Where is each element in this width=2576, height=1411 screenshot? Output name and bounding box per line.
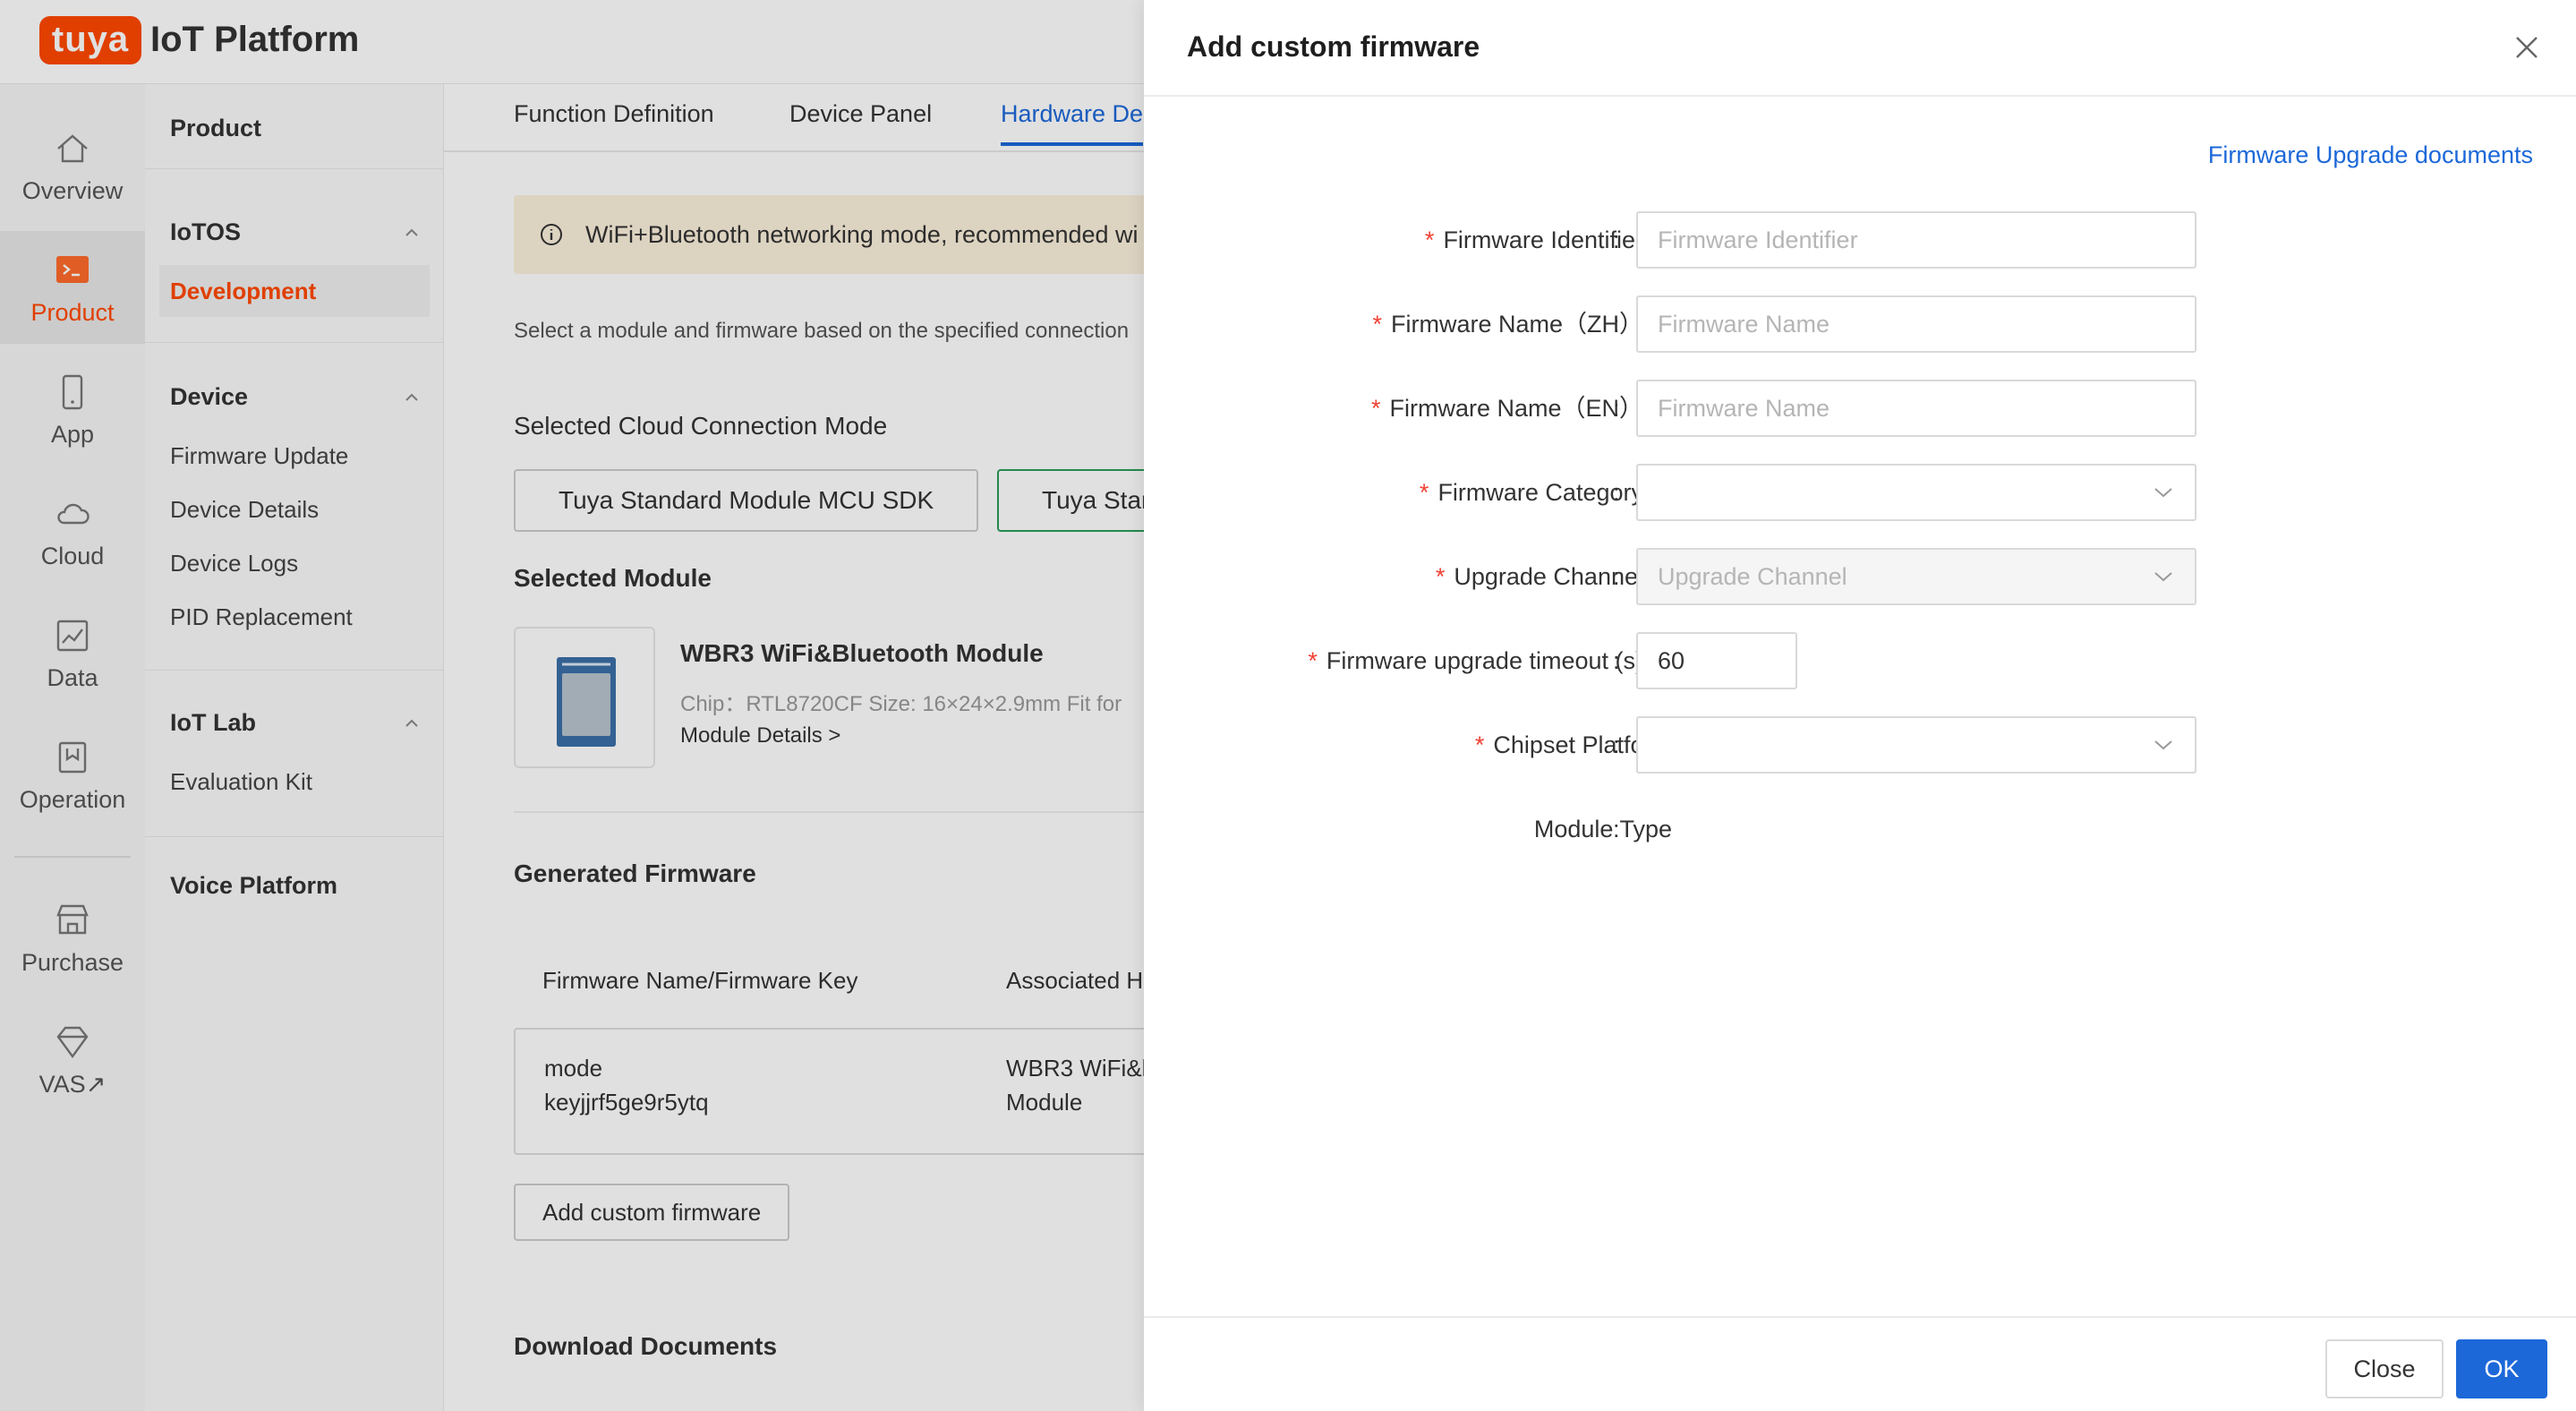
firmware-name-zh-input[interactable]	[1636, 295, 2196, 353]
upgrade-channel-select[interactable]: Upgrade Channel	[1636, 548, 2196, 605]
field-row-name-en: *Firmware Name（EN）? :	[1144, 380, 2576, 437]
required-mark: *	[1435, 563, 1446, 590]
firmware-identifier-input[interactable]	[1636, 211, 2196, 269]
chevron-down-icon	[2154, 740, 2172, 750]
drawer-title: Add custom firmware	[1187, 30, 1480, 63]
chevron-down-icon	[2154, 488, 2172, 498]
ok-button[interactable]: OK	[2456, 1339, 2547, 1398]
chipset-platform-select[interactable]	[1636, 716, 2196, 774]
field-label: *Firmware Identifier?	[1425, 211, 1672, 269]
colon: :	[1613, 479, 1620, 506]
close-button[interactable]: Close	[2325, 1339, 2444, 1398]
field-row-category: *Firmware Category? :	[1144, 464, 2576, 521]
firmware-name-en-input[interactable]	[1636, 380, 2196, 437]
field-label: *Firmware Category?	[1420, 464, 1672, 521]
colon: :	[1613, 647, 1620, 674]
field-row-module-type: Module Type :	[1144, 800, 2576, 858]
field-row-timeout: *Firmware upgrade timeout (s)? :	[1144, 632, 2576, 689]
required-mark: *	[1424, 227, 1435, 253]
required-mark: *	[1370, 395, 1381, 422]
modal-overlay[interactable]	[0, 0, 1144, 1411]
firmware-category-select[interactable]	[1636, 464, 2196, 521]
colon: :	[1613, 395, 1620, 422]
field-row-channel: *Upgrade Channel? : Upgrade Channel	[1144, 548, 2576, 605]
field-label: *Firmware Name（EN）?	[1371, 380, 1672, 437]
colon: :	[1613, 816, 1620, 842]
colon: :	[1613, 731, 1620, 758]
select-placeholder: Upgrade Channel	[1658, 563, 1847, 590]
field-row-chipset: * Chipset Platform :	[1144, 716, 2576, 774]
colon: :	[1613, 563, 1620, 590]
firmware-upgrade-docs-link[interactable]: Firmware Upgrade documents	[2208, 141, 2533, 169]
chevron-down-icon	[2154, 572, 2172, 582]
upgrade-timeout-input[interactable]	[1636, 632, 1797, 689]
add-custom-firmware-drawer: Add custom firmware Firmware Upgrade doc…	[1144, 0, 2576, 1411]
required-mark: *	[1419, 479, 1429, 506]
colon: :	[1613, 227, 1620, 253]
required-mark: *	[1474, 731, 1485, 758]
drawer-footer: Close OK	[1144, 1316, 2576, 1411]
field-row-identifier: *Firmware Identifier? :	[1144, 211, 2576, 269]
drawer-header: Add custom firmware	[1144, 0, 2576, 97]
required-mark: *	[1308, 647, 1318, 674]
field-label: *Firmware Name（ZH）?	[1372, 295, 1672, 353]
field-row-name-zh: *Firmware Name（ZH）? :	[1144, 295, 2576, 353]
close-icon[interactable]	[2513, 34, 2540, 61]
field-label: Module Type	[1533, 816, 1672, 842]
colon: :	[1613, 311, 1620, 338]
required-mark: *	[1372, 311, 1382, 338]
